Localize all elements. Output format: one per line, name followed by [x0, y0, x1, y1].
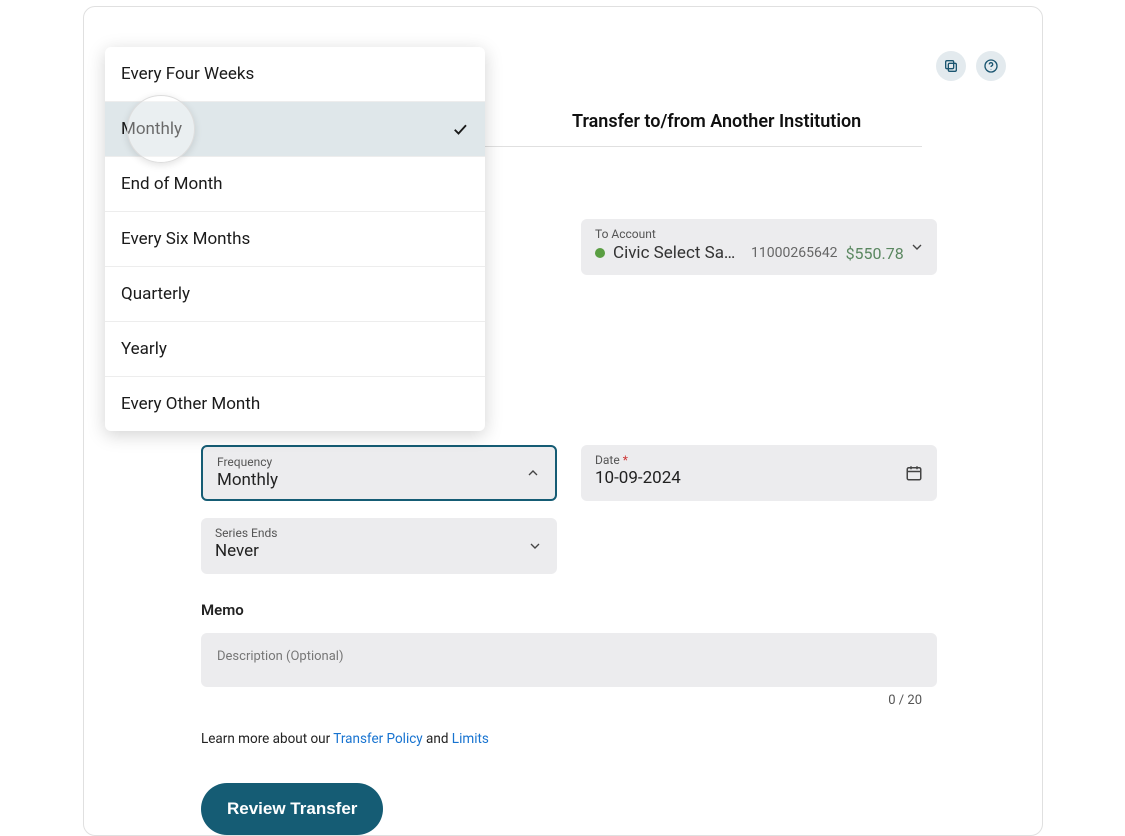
top-icon-row: [936, 51, 1006, 81]
required-asterisk: *: [623, 453, 628, 467]
review-transfer-button[interactable]: Review Transfer: [201, 783, 383, 835]
copy-icon: [943, 58, 959, 74]
date-field[interactable]: Date* 10-09-2024: [581, 445, 937, 501]
check-icon: [451, 120, 469, 138]
series-ends-label: Series Ends: [215, 526, 543, 540]
frequency-label: Frequency: [217, 455, 541, 469]
chevron-up-icon: [525, 465, 541, 481]
memo-counter: 0 / 20: [888, 693, 922, 708]
to-account-balance: $550.78: [846, 244, 904, 263]
to-account-label: To Account: [595, 227, 923, 241]
help-icon: [983, 58, 999, 74]
learn-prefix: Learn more about our: [201, 731, 333, 747]
to-account-name: Civic Select Savi…: [613, 243, 743, 263]
frequency-option-every-four-weeks[interactable]: Every Four Weeks: [105, 47, 485, 102]
calendar-icon: [905, 464, 923, 482]
frequency-option-yearly[interactable]: Yearly: [105, 322, 485, 377]
memo-input[interactable]: Description (Optional): [201, 633, 937, 687]
learn-more-text: Learn more about our Transfer Policy and…: [201, 731, 489, 747]
date-value: 10-09-2024: [595, 468, 923, 488]
date-label-text: Date: [595, 453, 620, 467]
transfer-policy-link[interactable]: Transfer Policy: [333, 731, 422, 747]
frequency-option-monthly-label: Monthly: [121, 119, 182, 139]
to-account-row: Civic Select Savi… 11000265642 $550.78: [595, 243, 923, 263]
chevron-down-icon: [909, 239, 925, 255]
chevron-down-icon: [527, 538, 543, 554]
frequency-option-quarterly[interactable]: Quarterly: [105, 267, 485, 322]
to-account-select[interactable]: To Account Civic Select Savi… 1100026564…: [581, 219, 937, 275]
frequency-value: Monthly: [217, 470, 541, 490]
memo-placeholder: Description (Optional): [217, 649, 344, 664]
limits-link[interactable]: Limits: [452, 731, 489, 747]
to-account-number: 11000265642: [751, 245, 838, 261]
date-label: Date*: [595, 453, 923, 467]
frequency-option-every-other-month[interactable]: Every Other Month: [105, 377, 485, 431]
learn-and: and: [423, 731, 452, 747]
copy-icon-button[interactable]: [936, 51, 966, 81]
memo-section-label: Memo: [201, 601, 244, 619]
frequency-select[interactable]: Frequency Monthly: [201, 445, 557, 501]
tab-transfer-external[interactable]: Transfer to/from Another Institution: [572, 111, 861, 144]
frequency-option-every-six-months[interactable]: Every Six Months: [105, 212, 485, 267]
frequency-option-end-of-month[interactable]: End of Month: [105, 157, 485, 212]
series-ends-select[interactable]: Series Ends Never: [201, 518, 557, 574]
series-ends-value: Never: [215, 541, 543, 561]
frequency-option-monthly[interactable]: Monthly: [105, 102, 485, 157]
frequency-dropdown: Every Four Weeks Monthly End of Month Ev…: [105, 47, 485, 431]
account-status-dot: [595, 248, 605, 258]
help-icon-button[interactable]: [976, 51, 1006, 81]
